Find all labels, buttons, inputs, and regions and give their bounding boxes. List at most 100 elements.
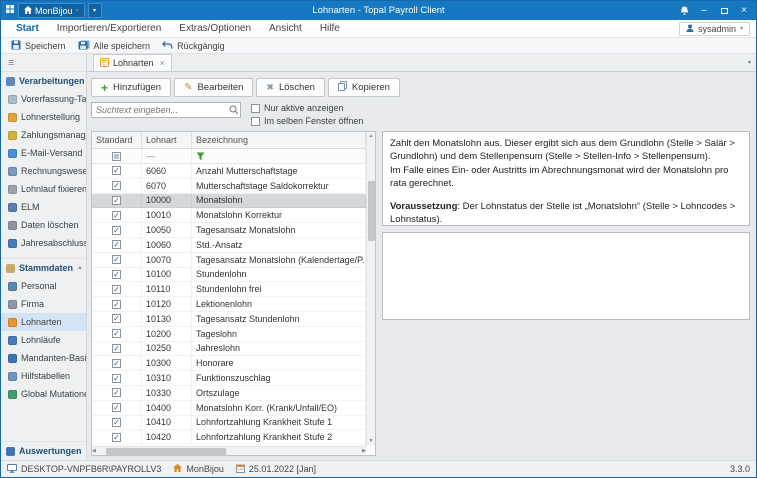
sidebar-item-mandanten-basistabellen[interactable]: Mandanten-Basistabellen bbox=[1, 349, 86, 367]
standard-cell[interactable] bbox=[92, 356, 142, 372]
section-header-stammdaten[interactable]: Stammdaten ▲ bbox=[1, 258, 86, 277]
sidebar-item-jahresabschluss[interactable]: Jahresabschluss bbox=[1, 234, 86, 252]
horizontal-scrollbar[interactable]: ◀ ▶ bbox=[92, 446, 366, 455]
tab-close-icon[interactable]: × bbox=[160, 58, 165, 68]
tab-hilfe[interactable]: Hilfe bbox=[311, 20, 349, 37]
table-row[interactable]: 6060 Anzahl Mutterschaftstage bbox=[92, 164, 366, 179]
table-row[interactable]: 10310 Funktionszuschlag bbox=[92, 371, 366, 386]
vertical-scroll-thumb[interactable] bbox=[367, 181, 375, 241]
standard-cell[interactable] bbox=[92, 341, 142, 357]
doc-tab-lohnarten[interactable]: Lohnarten × bbox=[93, 54, 172, 71]
standard-cell[interactable] bbox=[92, 252, 142, 268]
maximize-button[interactable] bbox=[714, 2, 734, 19]
column-bezeichnung[interactable]: Bezeichnung bbox=[192, 132, 366, 148]
filter-standard-cell[interactable] bbox=[92, 149, 142, 163]
table-row[interactable]: 10100 Stundenlohn bbox=[92, 267, 366, 283]
standard-cell[interactable] bbox=[92, 164, 142, 179]
standard-cell[interactable] bbox=[92, 193, 142, 209]
client-dropdown-button[interactable]: ▾ bbox=[87, 3, 102, 18]
tab-extras-optionen[interactable]: Extras/Optionen bbox=[170, 20, 260, 37]
sidebar-item-rechnungswesen[interactable]: Rechnungswesen bbox=[1, 162, 86, 180]
checkbox-nur-aktive[interactable]: Nur aktive anzeigen bbox=[251, 103, 363, 113]
tab-importieren-exportieren[interactable]: Importieren/Exportieren bbox=[48, 20, 171, 37]
sidebar-item-vorerfassung-tabelle[interactable]: Vorerfassung-Tabelle bbox=[1, 90, 86, 108]
sidebar-item-firma[interactable]: Firma bbox=[1, 295, 86, 313]
delete-button[interactable]: ✖ Löschen bbox=[256, 78, 325, 97]
standard-cell[interactable] bbox=[92, 371, 142, 386]
checkbox-selbes-fenster[interactable]: Im selben Fenster öffnen bbox=[251, 116, 363, 126]
standard-cell[interactable] bbox=[92, 178, 142, 194]
tab-ansicht[interactable]: Ansicht bbox=[260, 20, 311, 37]
add-button[interactable]: + Hinzufügen bbox=[91, 78, 172, 97]
scroll-up-icon[interactable]: ▲ bbox=[369, 132, 374, 141]
tab-list-chevron-icon[interactable]: ▾ bbox=[748, 59, 751, 66]
table-row[interactable]: 10200 Tageslohn bbox=[92, 326, 366, 342]
tab-start[interactable]: Start bbox=[7, 20, 48, 37]
scroll-down-icon[interactable]: ▼ bbox=[369, 437, 374, 446]
client-selector[interactable]: MonBijou ▾ bbox=[18, 3, 85, 18]
standard-cell[interactable] bbox=[92, 385, 142, 401]
standard-cell[interactable] bbox=[92, 415, 142, 431]
standard-cell[interactable] bbox=[92, 282, 142, 298]
standard-cell[interactable] bbox=[92, 326, 142, 342]
edit-button[interactable]: ✎ Bearbeiten bbox=[174, 78, 254, 97]
sidebar-item-lohnerstellung[interactable]: Lohnerstellung bbox=[1, 108, 86, 126]
table-row[interactable]: 6070 Mutterschaftstage Saldokorrektur bbox=[92, 178, 366, 194]
table-row[interactable]: 10300 Honorare bbox=[92, 356, 366, 372]
standard-cell[interactable] bbox=[92, 223, 142, 238]
filter-bezeichnung-cell[interactable] bbox=[192, 149, 366, 163]
search-icon[interactable] bbox=[229, 105, 239, 118]
minimize-button[interactable]: – bbox=[694, 2, 714, 19]
save-all-button[interactable]: Alle speichern bbox=[73, 39, 156, 53]
copy-button[interactable]: Kopieren bbox=[327, 78, 400, 97]
undo-button[interactable]: Rückgängig bbox=[157, 39, 230, 53]
standard-cell[interactable] bbox=[92, 208, 142, 224]
sidebar-hamburger-icon[interactable]: ≡ bbox=[1, 54, 86, 71]
table-row[interactable]: 10420 Lohnfortzahlung Krankheit Stufe 2 bbox=[92, 430, 366, 446]
standard-cell[interactable] bbox=[92, 400, 142, 416]
table-row[interactable]: 10130 Tagesansatz Stundenlohn bbox=[92, 311, 366, 327]
standard-cell[interactable] bbox=[92, 297, 142, 312]
standard-cell[interactable] bbox=[92, 267, 142, 283]
sidebar-item-personal[interactable]: Personal bbox=[1, 277, 86, 295]
table-row[interactable]: 10110 Stundenlohn frei bbox=[92, 282, 366, 298]
horizontal-scroll-thumb[interactable] bbox=[105, 447, 226, 455]
sidebar-item-lohnarten[interactable]: Lohnarten bbox=[1, 313, 86, 331]
column-lohnart[interactable]: Lohnart bbox=[142, 132, 192, 148]
user-menu[interactable]: sysadmin ▾ bbox=[678, 21, 750, 36]
sidebar-item-lohnl-ufe[interactable]: Lohnläufe bbox=[1, 331, 86, 349]
table-row[interactable]: 10410 Lohnfortzahlung Krankheit Stufe 1 bbox=[92, 415, 366, 431]
vertical-scrollbar[interactable]: ▲ ▼ bbox=[366, 132, 375, 446]
filter-lohnart-cell[interactable]: — bbox=[142, 149, 192, 163]
sidebar-item-lohnlauf-fixieren[interactable]: Lohnlauf fixieren bbox=[1, 180, 86, 198]
table-row[interactable]: 10000 Monatslohn bbox=[92, 193, 366, 209]
section-header-verarbeitungen[interactable]: Verarbeitungen ▲ bbox=[1, 71, 86, 90]
sidebar-item-zahlungsmanager[interactable]: Zahlungsmanager bbox=[1, 126, 86, 144]
column-standard[interactable]: Standard bbox=[92, 132, 142, 148]
close-button[interactable]: × bbox=[734, 2, 754, 19]
table-row[interactable]: 10120 Lektionenlohn bbox=[92, 297, 366, 312]
table-row[interactable]: 10250 Jahreslohn bbox=[92, 341, 366, 357]
table-row[interactable]: 10060 Std.-Ansatz bbox=[92, 237, 366, 253]
scroll-left-icon[interactable]: ◀ bbox=[92, 447, 96, 455]
lohnarten-content: + Hinzufügen ✎ Bearbeiten ✖ Löschen Kopi… bbox=[87, 72, 756, 460]
table-row[interactable]: 10070 Tagesansatz Monatslohn (Kalenderta… bbox=[92, 252, 366, 268]
standard-cell[interactable] bbox=[92, 237, 142, 253]
section-header-auswertungen[interactable]: Auswertungen ▼ bbox=[1, 441, 86, 460]
sidebar-item-global-mutationen[interactable]: Global Mutationen bbox=[1, 385, 86, 403]
table-row[interactable]: 10400 Monatslohn Korr. (Krank/Unfall/EO) bbox=[92, 400, 366, 416]
table-row[interactable]: 10330 Ortszulage bbox=[92, 385, 366, 401]
standard-cell[interactable] bbox=[92, 311, 142, 327]
table-row[interactable]: 10010 Monatslohn Korrektur bbox=[92, 208, 366, 224]
app-grid-icon[interactable] bbox=[5, 4, 15, 17]
sidebar-item-hilfstabellen[interactable]: Hilfstabellen bbox=[1, 367, 86, 385]
standard-cell[interactable] bbox=[92, 430, 142, 446]
notifications-bell-icon[interactable] bbox=[674, 2, 694, 19]
sidebar-item-e-mail-versand[interactable]: E-Mail-Versand bbox=[1, 144, 86, 162]
search-input[interactable] bbox=[91, 102, 241, 118]
sidebar-item-daten-l-schen[interactable]: Daten löschen bbox=[1, 216, 86, 234]
save-button[interactable]: Speichern bbox=[6, 39, 71, 53]
table-row[interactable]: 10050 Tagesansatz Monatslohn bbox=[92, 223, 366, 238]
sidebar-item-elm[interactable]: ELM bbox=[1, 198, 86, 216]
scroll-right-icon[interactable]: ▶ bbox=[362, 447, 366, 455]
